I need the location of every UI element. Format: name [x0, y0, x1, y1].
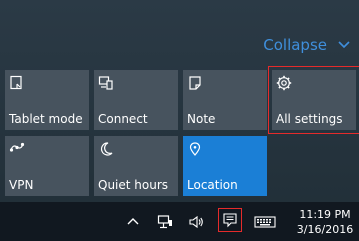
clock-time: 11:19 PM	[299, 208, 351, 221]
chevron-down-icon	[338, 41, 350, 49]
tile-label: Connect	[98, 112, 148, 126]
tile-label: Note	[187, 112, 216, 126]
connect-icon	[98, 76, 113, 90]
tile-note[interactable]: Note	[183, 70, 267, 130]
tile-label: Location	[187, 178, 238, 192]
note-icon	[189, 76, 201, 90]
volume-icon[interactable]	[188, 214, 204, 230]
collapse-button[interactable]: Collapse	[263, 36, 351, 54]
action-center-icon	[223, 213, 237, 228]
tile-label: All settings	[276, 112, 343, 126]
clock-date: 3/16/2016	[296, 223, 354, 236]
gear-icon	[276, 75, 292, 91]
tablet-mode-icon	[10, 75, 22, 90]
tile-tablet-mode[interactable]: Tablet mode	[5, 70, 89, 130]
tile-all-settings[interactable]: All settings	[268, 66, 359, 134]
tile-vpn[interactable]: VPN	[5, 136, 89, 196]
collapse-label: Collapse	[263, 36, 327, 54]
tile-connect[interactable]: Connect	[94, 70, 178, 130]
network-icon[interactable]	[157, 214, 173, 230]
tile-quiet-hours[interactable]: Quiet hours	[94, 136, 178, 196]
keyboard-icon[interactable]	[254, 214, 276, 230]
moon-icon	[100, 142, 113, 156]
tile-label: Tablet mode	[9, 112, 83, 126]
tile-label: VPN	[9, 178, 34, 192]
action-center-button[interactable]	[218, 208, 242, 232]
location-icon	[189, 142, 201, 156]
action-center-panel: Collapse Tablet mode Connect Note All se…	[0, 0, 359, 202]
tile-location[interactable]: Location	[183, 136, 267, 196]
tile-label: Quiet hours	[98, 178, 169, 192]
vpn-icon	[9, 142, 25, 152]
taskbar-clock[interactable]: 11:19 PM 3/16/2016	[295, 207, 355, 237]
taskbar: 11:19 PM 3/16/2016	[0, 202, 359, 241]
chevron-up-icon[interactable]	[125, 214, 141, 230]
